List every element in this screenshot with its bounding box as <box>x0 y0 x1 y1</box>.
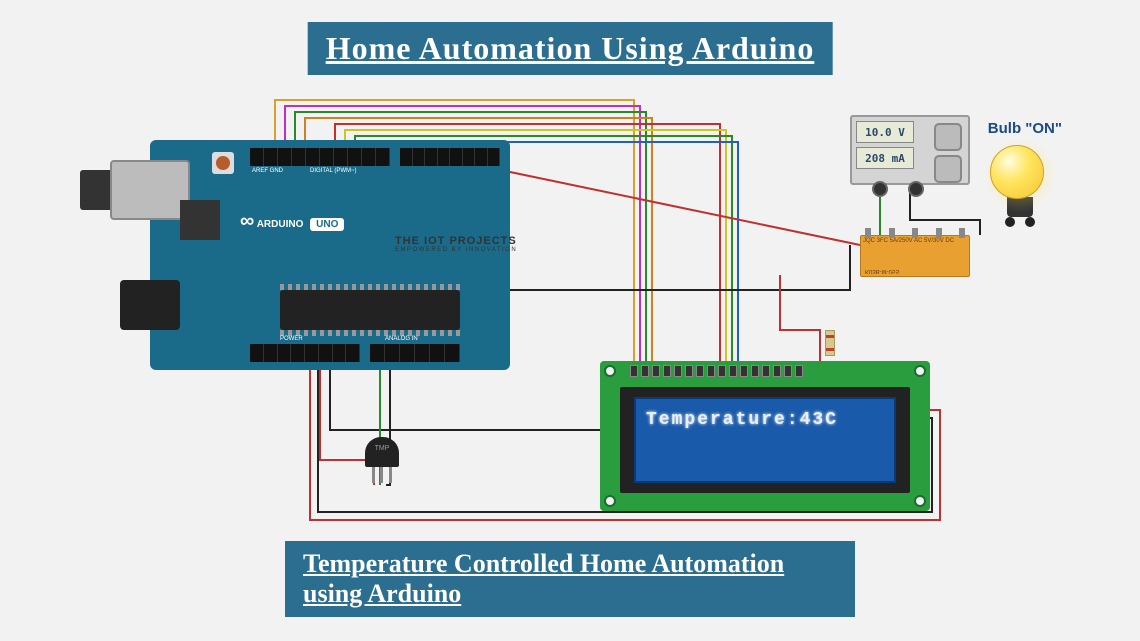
digital-header-1 <box>250 148 390 166</box>
power-supply: 10.0 V 208 mA <box>850 115 970 185</box>
arduino-logo: ∞ ARDUINO UNO <box>240 210 344 233</box>
power-label: POWER <box>280 336 303 342</box>
circuit-diagram: DIGITAL (PWM~) AREF GND ∞ ARDUINO UNO PO… <box>60 90 1080 541</box>
bulb <box>990 145 1050 205</box>
bulb-glass <box>990 145 1044 199</box>
relay-spec: JQC 3FC 5A/250V AC 5V/30V DC <box>863 238 967 244</box>
watermark-sub: EMPOWERED BY INNOVATION <box>395 247 517 253</box>
title-bottom: Temperature Controlled Home Automation u… <box>285 541 855 617</box>
relay-module: JQC 3FC 5A/250V AC 5V/30V DC K03B-M-05S <box>860 235 970 277</box>
relay-pins <box>865 228 965 238</box>
reset-button <box>212 152 234 174</box>
title-top: Home Automation Using Arduino <box>308 22 833 75</box>
power-header <box>250 344 360 362</box>
digital-label: DIGITAL (PWM~) <box>310 168 357 174</box>
relay-model: K03B-M-05S <box>865 268 899 274</box>
tmp-body <box>365 437 399 467</box>
arduino-board: DIGITAL (PWM~) AREF GND ∞ ARDUINO UNO PO… <box>150 140 510 370</box>
psu-port-neg <box>872 181 888 197</box>
arduino-model-text: UNO <box>310 218 344 231</box>
digital-header-2 <box>400 148 500 166</box>
psu-current-display: 208 mA <box>856 147 914 169</box>
lcd-screen: Temperature:43C <box>634 397 896 483</box>
temperature-sensor <box>365 437 399 481</box>
watermark-logo: THE IOT PROJECTS EMPOWERED BY INNOVATION <box>395 235 517 253</box>
lcd-line-1: Temperature:43C <box>646 407 884 434</box>
bulb-label: Bulb "ON" <box>988 120 1062 137</box>
power-jack <box>120 280 180 330</box>
lcd-header-pins <box>630 365 803 377</box>
psu-knob-current <box>934 155 962 183</box>
resistor <box>825 330 835 356</box>
infinity-icon: ∞ <box>240 210 254 232</box>
psu-terminals <box>872 181 924 197</box>
arduino-brand-text: ARDUINO <box>257 219 304 230</box>
psu-voltage-display: 10.0 V <box>856 121 914 143</box>
usb-chip <box>180 200 220 240</box>
atmega-chip <box>280 290 460 330</box>
lcd-module: Temperature:43C <box>600 361 930 511</box>
lcd-frame: Temperature:43C <box>620 387 910 493</box>
psu-port-pos <box>908 181 924 197</box>
aref-label: AREF GND <box>252 168 283 174</box>
analog-header <box>370 344 460 362</box>
usb-port <box>110 160 190 220</box>
psu-knob-voltage <box>934 123 962 151</box>
watermark-main: THE IOT PROJECTS <box>395 235 517 247</box>
analog-label: ANALOG IN <box>385 336 418 342</box>
